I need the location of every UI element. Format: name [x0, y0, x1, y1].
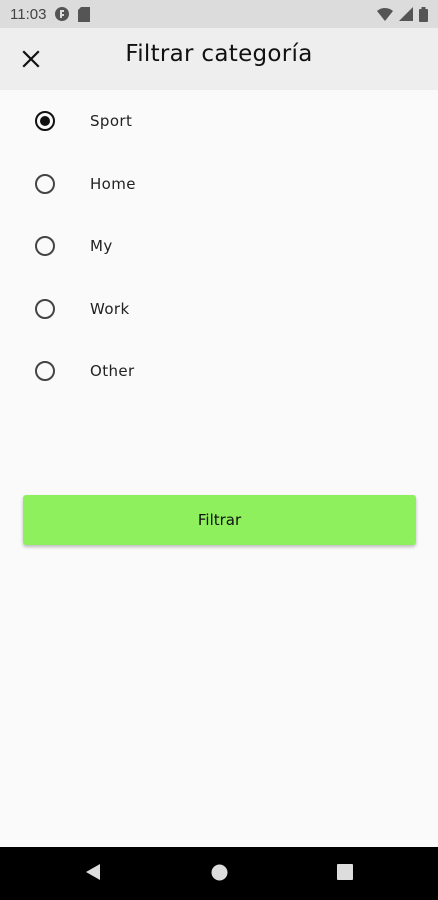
radio-button[interactable] [35, 361, 55, 382]
radio-label: Home [90, 174, 136, 193]
recents-button[interactable] [332, 861, 358, 887]
signal-icon [399, 7, 413, 21]
radio-option-work[interactable]: Work [0, 278, 438, 341]
radio-option-my[interactable]: My [0, 215, 438, 278]
radio-button[interactable] [35, 173, 55, 194]
radio-dot [40, 116, 50, 127]
back-button[interactable] [80, 861, 106, 887]
category-radio-group: Sport Home My Work Other [0, 90, 438, 403]
radio-label: Other [90, 362, 135, 381]
recents-icon [337, 864, 353, 884]
radio-label: My [90, 237, 113, 256]
radio-option-home[interactable]: Home [0, 153, 438, 216]
back-icon [85, 863, 101, 885]
app-bar: Filtrar categoría [0, 28, 438, 90]
radio-option-other[interactable]: Other [0, 340, 438, 403]
notification-app-icon [54, 6, 70, 22]
system-nav-bar [0, 847, 438, 900]
page-title: Filtrar categoría [125, 41, 313, 67]
status-time: 11:03 [10, 5, 47, 23]
status-bar: 11:03 [0, 0, 438, 28]
radio-button[interactable] [35, 298, 55, 319]
home-button[interactable] [206, 861, 232, 887]
filter-button[interactable]: Filtrar [23, 495, 416, 545]
home-icon [211, 864, 228, 885]
battery-icon [419, 6, 428, 22]
sd-card-icon [78, 6, 91, 22]
radio-button[interactable] [35, 236, 55, 257]
radio-option-sport[interactable]: Sport [0, 90, 438, 153]
wifi-icon [377, 7, 393, 21]
radio-button-checked[interactable] [35, 111, 55, 132]
radio-label: Work [90, 299, 130, 318]
radio-label: Sport [90, 112, 133, 131]
